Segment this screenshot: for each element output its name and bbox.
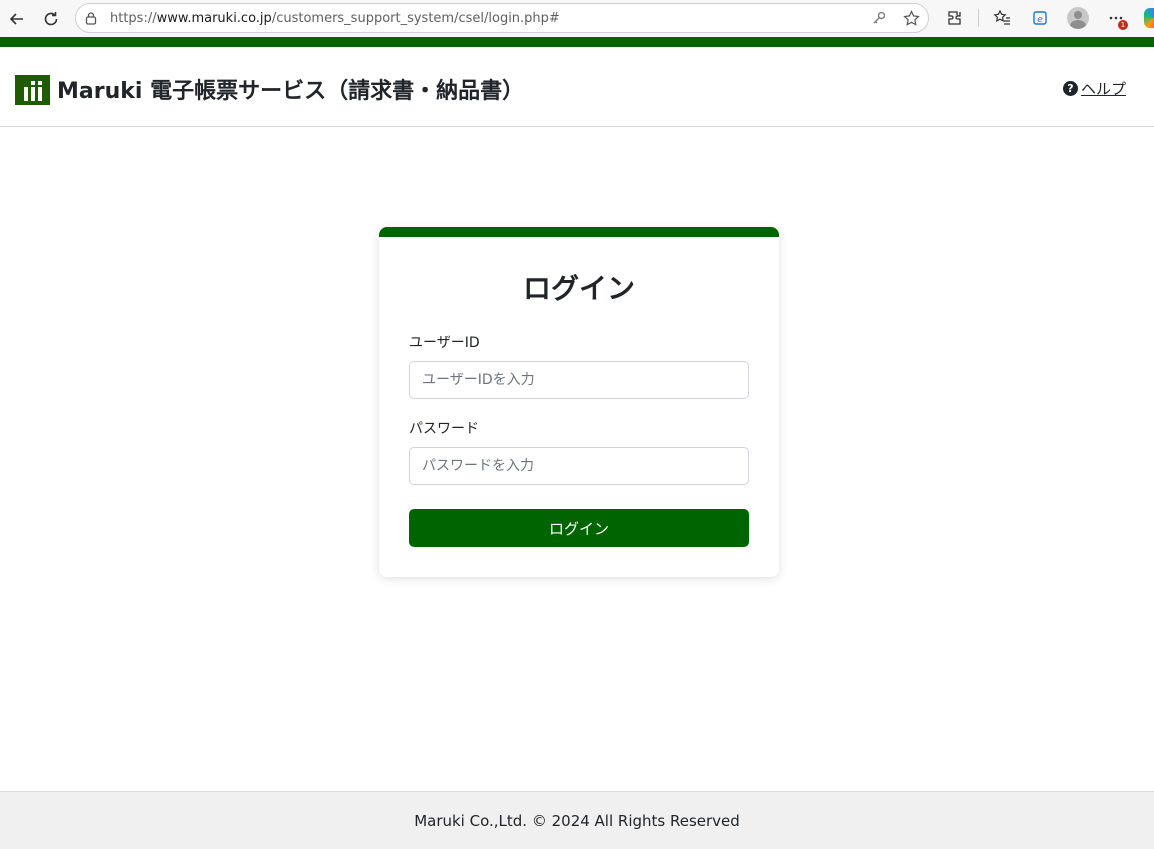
address-bar[interactable]: https://www.maruki.co.jp/customers_suppo… [75,3,929,33]
more-menu-icon[interactable]: 1 [1101,3,1131,33]
svg-text:e: e [1037,15,1043,25]
copyright-text: Maruki Co.,Ltd. © 2024 All Rights Reserv… [414,811,740,830]
toolbar-divider [978,9,979,27]
login-button[interactable]: ログイン [409,509,749,547]
reload-icon[interactable] [34,2,68,36]
favorite-star-icon[interactable] [902,9,920,27]
site-footer: Maruki Co.,Ltd. © 2024 All Rights Reserv… [0,791,1154,849]
profile-avatar[interactable] [1063,3,1093,33]
login-card: ログイン ユーザーID パスワード ログイン [379,227,779,577]
url-scheme: https:// [110,10,157,26]
top-accent-strip [0,37,1154,47]
maruki-logo-icon [15,75,50,105]
user-id-input[interactable] [409,361,749,399]
site-title: Maruki 電子帳票サービス（請求書・納品書） [57,79,525,104]
login-title: ログイン [522,272,635,305]
copilot-logo [1144,8,1154,28]
url-path: /customers_support_system/csel/login.php… [271,10,560,26]
browser-actions: e 1 [940,3,1154,33]
collections-icon[interactable]: e [1025,3,1055,33]
back-icon[interactable] [0,2,34,36]
logo-stroke [30,81,35,101]
logo-stroke [37,81,42,101]
password-label: パスワード [409,421,479,437]
avatar [1067,7,1089,29]
password-input[interactable] [409,447,749,485]
extensions-icon[interactable] [940,3,970,33]
help-icon: ? [1062,81,1078,96]
notification-badge: 1 [1118,20,1128,30]
help-link[interactable]: ? ヘルプ [1062,78,1126,99]
key-icon[interactable] [870,9,888,27]
copilot-icon[interactable] [1139,3,1154,33]
user-id-label: ユーザーID [409,335,480,351]
favorites-icon[interactable] [987,3,1017,33]
url-host: www.maruki.co.jp [156,10,272,26]
site-header: Maruki 電子帳票サービス（請求書・納品書） ? ヘルプ [0,47,1154,127]
lock-icon[interactable] [84,10,100,26]
logo-stroke [23,87,28,101]
help-label: ヘルプ [1080,80,1126,98]
